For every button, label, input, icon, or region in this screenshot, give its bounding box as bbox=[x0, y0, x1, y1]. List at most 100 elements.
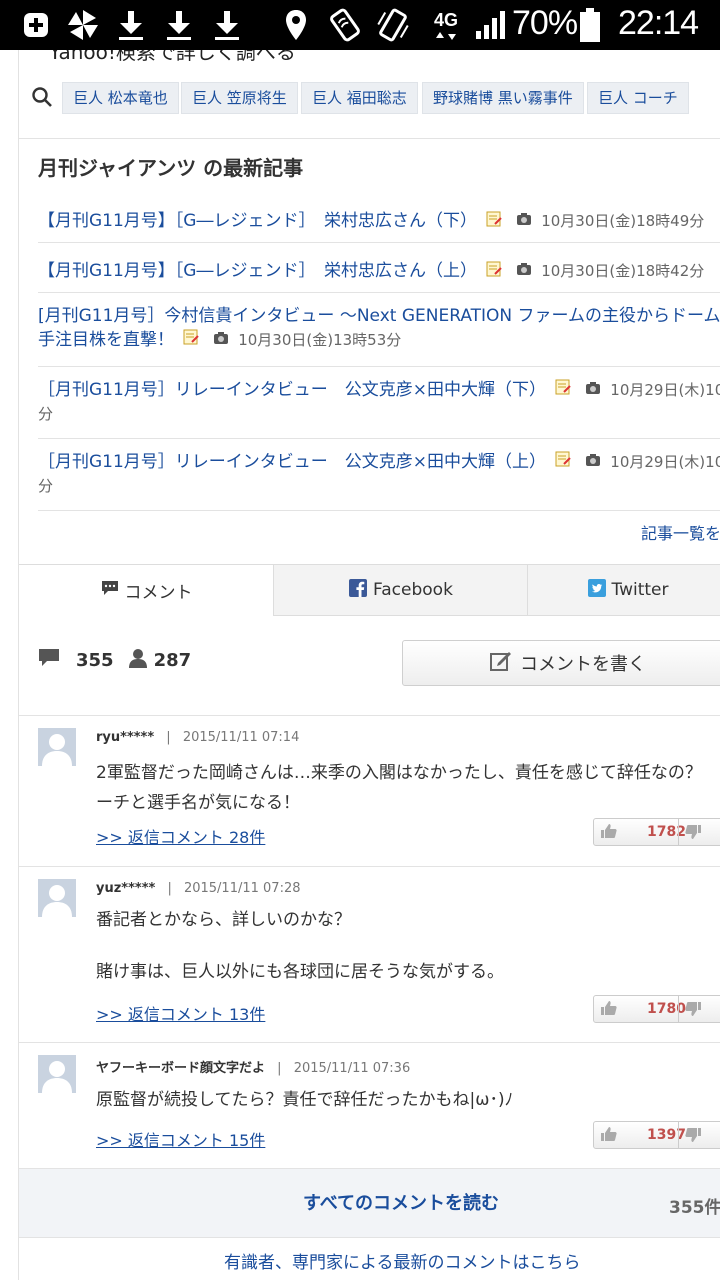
article-date-continued: 分 bbox=[38, 405, 54, 423]
download-icon bbox=[212, 8, 242, 42]
article-date-continued: 分 bbox=[38, 477, 54, 495]
search-tag[interactable]: 巨人 松本竜也 bbox=[62, 82, 179, 114]
vibrate-icon bbox=[376, 8, 410, 42]
download-icon bbox=[116, 8, 146, 42]
read-all-comments-bar[interactable]: すべてのコメントを読む 355件 bbox=[19, 1168, 720, 1238]
search-tag[interactable]: 巨人 福田聡志 bbox=[301, 82, 418, 114]
section-title: 月刊ジャイアンツ の最新記事 bbox=[38, 156, 304, 180]
status-bar: 4G 70% 22:14 bbox=[0, 0, 720, 50]
camera-icon bbox=[585, 378, 601, 402]
comment-text: 番記者とかなら、詳しいのかな？ 賭け事は、巨人以外にも各球団に居そうな気がする。 bbox=[96, 910, 504, 982]
search-icon bbox=[31, 86, 53, 112]
like-count: 1782 bbox=[647, 824, 686, 840]
article-title: 【月刊G11月号】［G―レジェンド］ 栄村忠広さん（上） bbox=[38, 261, 477, 281]
article-link[interactable]: 【月刊G11月号】［G―レジェンド］ 栄村忠広さん（下） 10月30日(金)18… bbox=[38, 206, 720, 232]
article-link[interactable]: ［月刊G11月号］リレーインタビュー 公文克彦×田中大輝（上） 10月29日(木… bbox=[38, 450, 720, 498]
divider bbox=[38, 366, 720, 367]
camera-icon bbox=[516, 261, 532, 281]
read-all-comments-link[interactable]: すべてのコメントを読む bbox=[303, 1189, 499, 1215]
thumbs-up-icon[interactable] bbox=[600, 823, 618, 843]
reply-comments-link[interactable]: >> 返信コメント 13件 bbox=[96, 1001, 265, 1025]
reply-comments-link[interactable]: >> 返信コメント 28件 bbox=[96, 824, 265, 848]
article-title: [月刊G11月号］今村信貴インタビュー 〜Next GENERATION ファー… bbox=[38, 306, 720, 326]
like-count: 1397 bbox=[647, 1127, 686, 1143]
memo-icon bbox=[486, 261, 503, 282]
comment-tabs: コメント Facebook Twitter bbox=[19, 564, 720, 616]
article-list-link[interactable]: 記事一覧を bbox=[641, 520, 720, 544]
article-link[interactable]: [月刊G11月号］今村信貴インタビュー 〜Next GENERATION ファー… bbox=[38, 304, 720, 352]
battery-icon bbox=[578, 8, 602, 42]
camera-icon bbox=[516, 211, 532, 231]
comment-item: ryu***** | 2015/11/11 07:14 2軍監督だった岡崎さんは… bbox=[19, 716, 720, 866]
facebook-icon bbox=[349, 578, 368, 602]
tab-twitter[interactable]: Twitter bbox=[527, 564, 720, 616]
comment-count: 355 bbox=[76, 650, 114, 671]
divider bbox=[19, 138, 720, 139]
avatar bbox=[38, 1055, 76, 1093]
tab-label: Twitter bbox=[611, 580, 669, 600]
user-icon bbox=[128, 648, 148, 673]
write-comment-button[interactable]: コメントを書く bbox=[402, 640, 720, 686]
divider bbox=[38, 242, 720, 243]
related-search-tags: 巨人 松本竜也 巨人 笠原将生 巨人 福田聡志 野球賭博 黒い霧事件 巨人 コー… bbox=[19, 82, 720, 114]
tab-facebook[interactable]: Facebook bbox=[273, 564, 529, 616]
comment-user[interactable]: yuz***** bbox=[96, 881, 155, 896]
divider bbox=[38, 292, 720, 293]
memo-icon bbox=[555, 450, 572, 474]
add-box-icon bbox=[22, 8, 50, 42]
thumbs-down-icon[interactable] bbox=[684, 824, 702, 844]
thumbs-down-icon[interactable] bbox=[684, 1001, 702, 1021]
search-tag[interactable]: 巨人 コーチ bbox=[587, 82, 689, 114]
tab-label: Facebook bbox=[373, 580, 453, 600]
avatar bbox=[38, 728, 76, 766]
avatar bbox=[38, 879, 76, 917]
total-comment-count: 355件 bbox=[669, 1198, 720, 1218]
like-count: 1780 bbox=[647, 1001, 686, 1017]
camera-icon bbox=[213, 328, 229, 352]
partial-heading: Yahoo!検索で詳しく調べる bbox=[49, 50, 296, 64]
expert-comments-link[interactable]: 有識者、専門家による最新のコメントはこちら bbox=[224, 1248, 581, 1273]
separator: | bbox=[166, 730, 171, 745]
user-count: 287 bbox=[153, 650, 192, 671]
article-title-continued: 手注目株を直撃！ bbox=[38, 330, 174, 350]
comment-user[interactable]: ヤフーキーボード顔文字だよ bbox=[96, 1061, 265, 1076]
comment-text: 2軍監督だった岡崎さんは…来季の入閣はなかったし、責任を感じて辞任なの？ ーチと… bbox=[96, 763, 702, 813]
article-date: 10月30日(金)13時53分 bbox=[238, 331, 402, 349]
vote-box: 1780 bbox=[593, 995, 720, 1023]
article-title: 【月刊G11月号】［G―レジェンド］ 栄村忠広さん（下） bbox=[38, 211, 477, 231]
reply-comments-link[interactable]: >> 返信コメント 15件 bbox=[96, 1127, 265, 1151]
article-date: 10月29日(木)10時 bbox=[610, 453, 720, 471]
comment-user[interactable]: ryu***** bbox=[96, 730, 154, 745]
search-tag[interactable]: 巨人 笠原将生 bbox=[181, 82, 298, 114]
comment-stats: 355 287 bbox=[38, 648, 191, 673]
memo-icon bbox=[183, 328, 200, 352]
article-link[interactable]: 【月刊G11月号】［G―レジェンド］ 栄村忠広さん（上） 10月30日(金)18… bbox=[38, 256, 720, 282]
vote-box: 1782 bbox=[593, 818, 720, 846]
article-date: 10月30日(金)18時42分 bbox=[541, 262, 705, 280]
comment-time: 2015/11/11 07:14 bbox=[182, 730, 300, 745]
divider bbox=[38, 438, 720, 439]
memo-icon bbox=[486, 211, 503, 232]
comment-text: 原監督が続投してたら？責任で辞任だったかもね|ω･)ﾉ bbox=[96, 1090, 514, 1110]
separator: | bbox=[277, 1061, 282, 1076]
separator: | bbox=[167, 881, 172, 896]
download-icon bbox=[164, 8, 194, 42]
thumbs-up-icon[interactable] bbox=[600, 1126, 618, 1146]
write-comment-label: コメントを書く bbox=[520, 654, 646, 675]
thumbs-down-icon[interactable] bbox=[684, 1127, 702, 1147]
network-4g-icon: 4G bbox=[426, 8, 466, 42]
article-title: ［月刊G11月号］リレーインタビュー 公文克彦×田中大輝（上） bbox=[38, 452, 547, 472]
article-date: 10月30日(金)18時49分 bbox=[541, 212, 705, 230]
article-link[interactable]: ［月刊G11月号］リレーインタビュー 公文克彦×田中大輝（下） 10月29日(木… bbox=[38, 378, 720, 426]
edit-icon bbox=[490, 651, 512, 676]
nfc-icon bbox=[328, 8, 362, 42]
tab-comments[interactable]: コメント bbox=[19, 564, 274, 615]
camera-icon bbox=[585, 450, 601, 474]
comment-time: 2015/11/11 07:28 bbox=[183, 881, 301, 896]
thumbs-up-icon[interactable] bbox=[600, 1000, 618, 1020]
comment-count-icon bbox=[38, 648, 60, 673]
clock: 22:14 bbox=[618, 4, 699, 42]
divider bbox=[38, 510, 720, 511]
comment-bubble-icon bbox=[100, 579, 120, 602]
search-tag[interactable]: 野球賭博 黒い霧事件 bbox=[422, 82, 584, 114]
